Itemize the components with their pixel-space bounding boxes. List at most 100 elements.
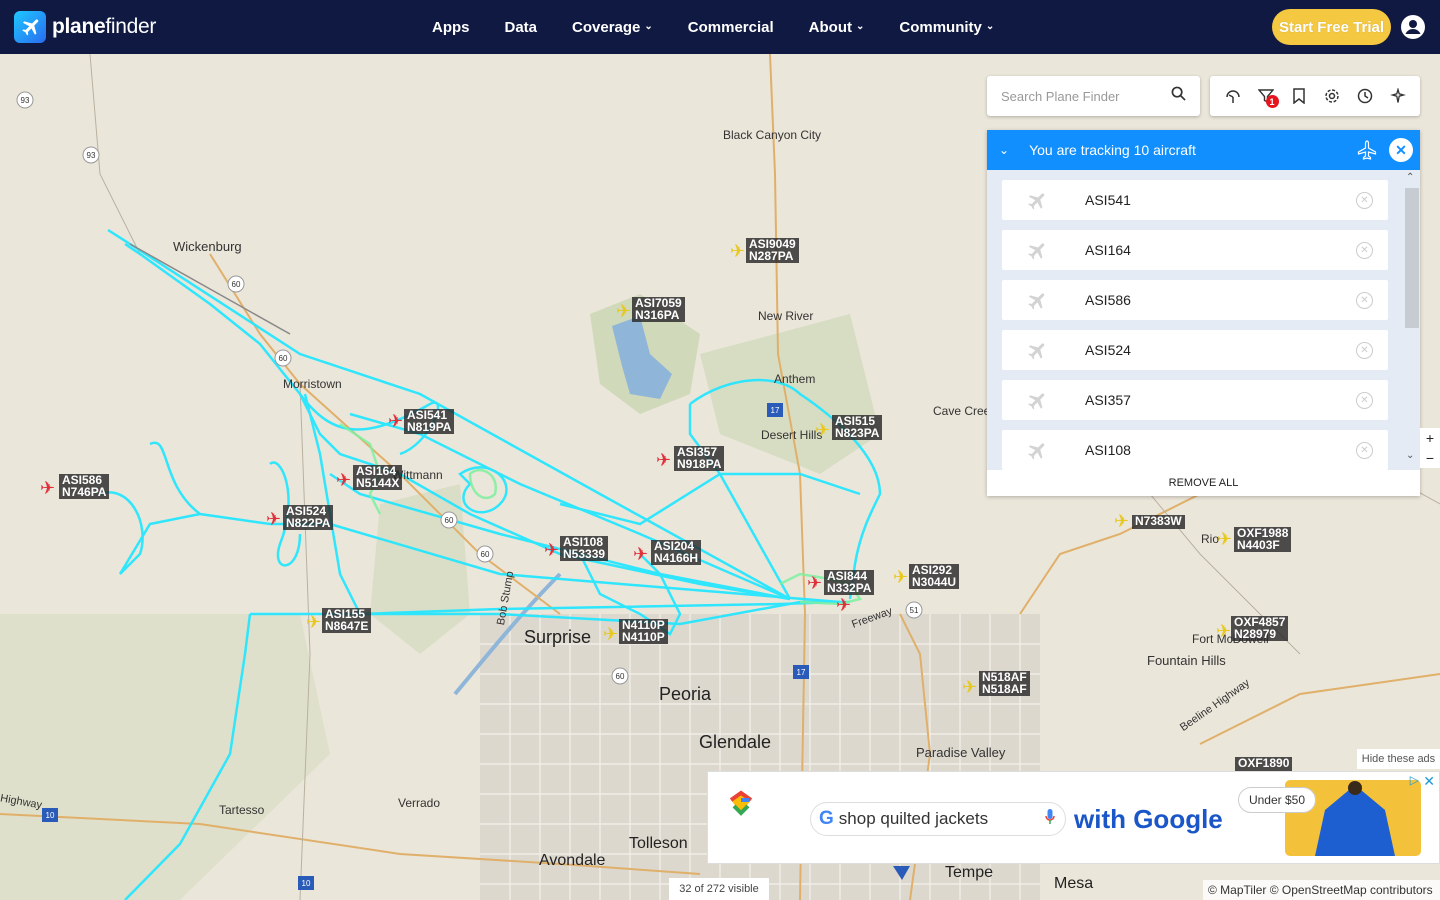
close-ad-icon[interactable]: ✕ <box>1423 773 1435 790</box>
remove-all-button[interactable]: REMOVE ALL <box>987 470 1420 496</box>
scroll-down-icon[interactable]: ⌄ <box>1406 450 1414 461</box>
menu-apps[interactable]: Apps <box>432 19 470 36</box>
search-input[interactable] <box>1001 88 1161 104</box>
tracking-panel-header[interactable]: ⌄ You are tracking 10 aircraft ✕ <box>987 130 1420 170</box>
zoom-in-button[interactable]: + <box>1426 430 1434 446</box>
scroll-up-icon[interactable]: ⌃ <box>1406 172 1414 183</box>
hide-ads-button[interactable]: Hide these ads <box>1357 749 1440 769</box>
history-icon[interactable] <box>1356 87 1374 105</box>
aircraft-icon[interactable]: ✈ <box>633 545 648 563</box>
map-attribution[interactable]: © MapTiler © OpenStreetMap contributors <box>1203 880 1440 900</box>
tracked-aircraft-row[interactable]: ASI164 ✕ <box>1002 230 1388 270</box>
aircraft-label[interactable]: ASI9049 N287PA <box>746 238 799 263</box>
remove-aircraft-icon[interactable]: ✕ <box>1356 242 1373 259</box>
aircraft-icon[interactable]: ✈ <box>336 471 351 489</box>
chevron-down-icon[interactable]: ⌄ <box>999 143 1009 157</box>
zoom-out-button[interactable]: − <box>1426 450 1434 466</box>
aircraft-label[interactable]: ASI108 N53339 <box>560 536 609 561</box>
aircraft-label[interactable]: ASI7059 N316PA <box>632 297 685 322</box>
aircraft-icon[interactable]: ✈ <box>603 625 618 643</box>
aircraft-icon[interactable]: ✈ <box>1114 512 1129 530</box>
aircraft-icon[interactable]: ✈ <box>266 510 281 528</box>
planefinder-logo[interactable]: planefinder <box>14 11 156 43</box>
aircraft-label[interactable]: ASI541 N819PA <box>404 409 455 434</box>
visible-count: 32 of 272 visible <box>669 878 769 900</box>
aircraft-label[interactable]: N4110P N4110P <box>619 619 668 644</box>
aircraft-icon[interactable]: ✈ <box>616 302 631 320</box>
bookmark-icon[interactable] <box>1290 87 1308 105</box>
aircraft-label[interactable]: OXF4857 N28979 <box>1231 616 1289 641</box>
aircraft-icon[interactable]: ✈ <box>730 242 745 260</box>
ad-price-pill: Under $50 <box>1238 787 1316 813</box>
airport-icon[interactable] <box>1224 87 1242 105</box>
plane-icon <box>1024 389 1048 416</box>
menu-data[interactable]: Data <box>505 19 538 36</box>
remove-aircraft-icon[interactable]: ✕ <box>1356 292 1373 309</box>
remove-aircraft-icon[interactable]: ✕ <box>1356 392 1373 409</box>
aircraft-label[interactable]: OXF1890 <box>1235 757 1293 771</box>
tracked-aircraft-row[interactable]: ASI586 ✕ <box>1002 280 1388 320</box>
aircraft-label[interactable]: ASI515 N823PA <box>832 415 883 440</box>
tracking-scrollbar[interactable]: ⌃ ⌄ <box>1403 172 1419 466</box>
place-label: Morristown <box>283 377 342 391</box>
tracked-aircraft-row[interactable]: ASI108 ✕ <box>1002 430 1388 470</box>
scroll-thumb[interactable] <box>1405 188 1419 328</box>
filter-icon[interactable]: 1 <box>1257 87 1279 108</box>
aircraft-label[interactable]: ASI524 N822PA <box>283 505 334 530</box>
ad-banner[interactable]: G shop quilted jackets with Google Under… <box>707 771 1440 864</box>
plane-icon <box>1024 189 1048 216</box>
aircraft-icon[interactable]: ✈ <box>1216 622 1231 640</box>
aircraft-label[interactable]: N518AF N518AF <box>979 671 1030 696</box>
playback-plane-icon[interactable] <box>1389 87 1407 105</box>
aircraft-label[interactable]: ASI844 N332PA <box>824 570 875 595</box>
aircraft-icon[interactable]: ✈ <box>836 596 851 614</box>
aircraft-icon[interactable]: ✈ <box>656 451 671 469</box>
menu-about[interactable]: About ⌄ <box>809 19 865 36</box>
plane-outline-icon[interactable] <box>1357 140 1377 163</box>
tracked-aircraft-row[interactable]: ASI541 ✕ <box>1002 180 1388 220</box>
svg-text:10: 10 <box>46 811 55 820</box>
aircraft-label[interactable]: N7383W <box>1132 515 1185 529</box>
remove-aircraft-icon[interactable]: ✕ <box>1356 342 1373 359</box>
plane-icon <box>1024 289 1048 316</box>
aircraft-icon[interactable]: ✈ <box>893 568 908 586</box>
svg-text:60: 60 <box>445 516 454 525</box>
user-account-icon[interactable] <box>1401 15 1425 39</box>
logo-text: planefinder <box>52 15 157 38</box>
tracked-aircraft-row[interactable]: ASI524 ✕ <box>1002 330 1388 370</box>
aircraft-icon[interactable]: ✈ <box>544 541 559 559</box>
aircraft-label[interactable]: ASI292 N3044U <box>909 564 960 589</box>
svg-text:10: 10 <box>302 879 311 888</box>
tracked-aircraft-row[interactable]: ASI357 ✕ <box>1002 380 1388 420</box>
aircraft-label[interactable]: ASI204 N4166H <box>651 540 702 565</box>
menu-coverage[interactable]: Coverage ⌄ <box>572 19 653 36</box>
aircraft-icon[interactable]: ✈ <box>1217 530 1232 548</box>
aircraft-label[interactable]: ASI155 N8647E <box>322 608 372 633</box>
filter-badge: 1 <box>1265 95 1279 108</box>
aircraft-label[interactable]: OXF1988 N4403F <box>1234 527 1292 552</box>
plane-icon <box>1024 439 1048 466</box>
menu-commercial[interactable]: Commercial <box>688 19 774 36</box>
aircraft-label[interactable]: ASI164 N5144X <box>353 465 403 490</box>
aircraft-icon[interactable]: ✈ <box>962 678 977 696</box>
menu-community[interactable]: Community ⌄ <box>899 19 994 36</box>
adchoices-icon[interactable]: ▷ <box>1410 773 1419 787</box>
aircraft-label[interactable]: ASI586 N746PA <box>59 474 110 499</box>
aircraft-label[interactable]: ASI357 N918PA <box>674 446 725 471</box>
start-free-trial-button[interactable]: Start Free Trial <box>1272 9 1391 45</box>
aircraft-icon[interactable]: ✈ <box>388 412 403 430</box>
svg-text:60: 60 <box>279 354 288 363</box>
settings-gear-icon[interactable] <box>1323 87 1341 105</box>
aircraft-icon[interactable]: ✈ <box>815 421 830 439</box>
aircraft-icon[interactable]: ✈ <box>807 574 822 592</box>
remove-aircraft-icon[interactable]: ✕ <box>1356 192 1373 209</box>
aircraft-icon[interactable]: ✈ <box>306 613 321 631</box>
search-icon[interactable] <box>1171 86 1186 106</box>
main-menu: Apps Data Coverage ⌄ Commercial About ⌄ Co… <box>432 0 1029 54</box>
ad-search-pill[interactable]: G shop quilted jackets <box>810 802 1066 836</box>
close-tracking-button[interactable]: ✕ <box>1389 138 1413 162</box>
aircraft-icon[interactable]: ✈ <box>40 479 55 497</box>
remove-aircraft-icon[interactable]: ✕ <box>1356 442 1373 459</box>
google-pay-icon <box>726 788 756 823</box>
place-label: Desert Hills <box>761 428 823 442</box>
